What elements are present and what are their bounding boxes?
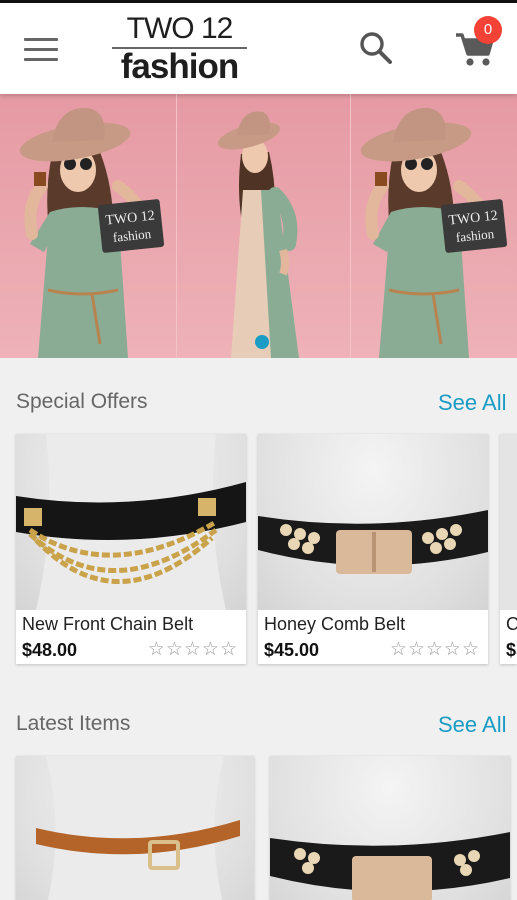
product-image-front-chain-belt xyxy=(16,434,246,610)
product-image-honey-comb-belt xyxy=(258,434,488,610)
banner-slide-model-front-2: TWO 12 fashion xyxy=(351,94,517,358)
carousel-indicator-dot[interactable] xyxy=(255,335,269,349)
product-name: New Front Chain Belt xyxy=(22,614,194,634)
status-bar-strip xyxy=(0,0,517,3)
product-card-partial[interactable]: C $5 xyxy=(500,434,517,664)
hamburger-menu-icon[interactable] xyxy=(24,38,58,62)
product-price: $45.00 xyxy=(264,640,320,660)
latest-items-see-all-link[interactable]: See All xyxy=(438,712,507,738)
product-name: Honey Comb Belt xyxy=(264,614,406,634)
product-rating-stars: ☆☆☆☆☆ xyxy=(147,638,238,660)
product-card-front-chain-belt[interactable]: New Front Chain Belt $48.00 ☆☆☆☆☆ xyxy=(16,434,246,664)
latest-item-card-tan-skinny-belt[interactable] xyxy=(16,756,254,900)
product-rating-stars: ☆☆☆☆☆ xyxy=(389,638,480,660)
logo-bottom-text: fashion xyxy=(120,47,239,86)
product-card-honey-comb-belt[interactable]: Honey Comb Belt $45.00 ☆☆☆☆☆ xyxy=(258,434,488,664)
product-name: C xyxy=(506,614,517,634)
cart-count-badge[interactable]: 0 xyxy=(474,16,502,44)
banner-slide-model-front: TWO 12 fashion xyxy=(0,94,176,358)
product-image-partial xyxy=(500,434,517,610)
logo-divider xyxy=(112,47,247,49)
product-price: $48.00 xyxy=(22,640,78,660)
special-offers-title: Special Offers xyxy=(16,390,148,413)
banner-slide-model-side xyxy=(177,94,350,358)
latest-items-title: Latest Items xyxy=(16,712,131,735)
brand-logo[interactable]: TWO 12 fashion xyxy=(112,12,247,86)
product-image-tan-skinny-belt xyxy=(16,756,254,900)
hero-banner-carousel[interactable]: TWO 12 fashion TWO 12 fashion xyxy=(0,94,517,358)
latest-item-card-honey-comb-belt[interactable] xyxy=(270,756,510,900)
search-icon[interactable] xyxy=(358,30,394,66)
special-offers-see-all-link[interactable]: See All xyxy=(438,390,507,416)
product-price: $5 xyxy=(506,640,517,660)
logo-top-text: TWO 12 xyxy=(126,12,234,45)
product-image-honey-comb-belt-latest xyxy=(270,756,510,900)
app-bar: TWO 12 fashion xyxy=(0,0,517,94)
